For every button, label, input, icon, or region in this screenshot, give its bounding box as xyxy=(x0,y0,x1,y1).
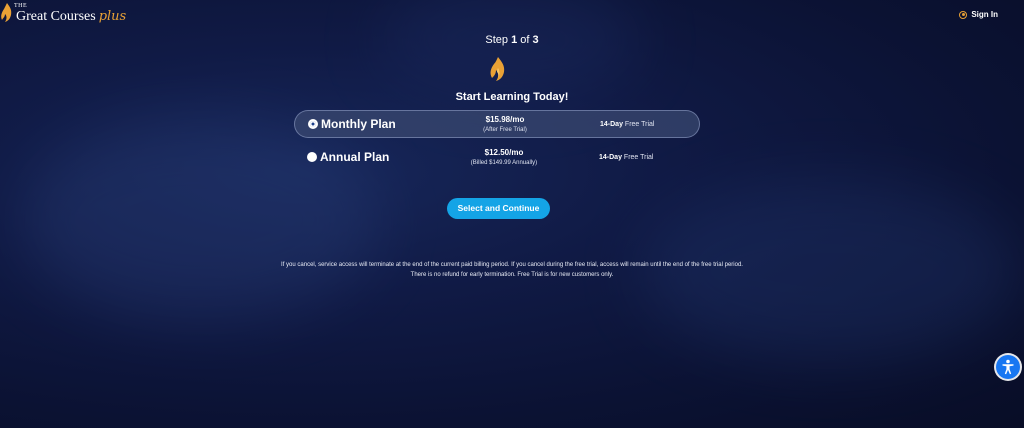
plan-option-annual[interactable]: Annual Plan $12.50/mo (Billed $149.99 An… xyxy=(294,144,700,172)
step-total: 3 xyxy=(532,34,539,46)
logo-wordmark: Great Courses plus xyxy=(16,9,126,25)
step-current: 1 xyxy=(511,34,518,46)
plan-name: Monthly Plan xyxy=(321,117,396,131)
select-and-continue-button[interactable]: Select and Continue xyxy=(447,198,550,219)
plan-price: $15.98/mo xyxy=(485,115,525,124)
plan-trial-days: 14-Day xyxy=(600,121,623,128)
plan-price: $12.50/mo xyxy=(484,148,524,157)
sign-in-label: Sign In xyxy=(971,10,998,19)
plan-trial: 14-Day Free Trial xyxy=(599,154,653,161)
radio-selected-icon[interactable] xyxy=(308,119,318,129)
step-prefix: Step xyxy=(485,34,508,46)
accessibility-icon xyxy=(1002,359,1014,375)
plan-option-monthly[interactable]: Monthly Plan $15.98/mo (After Free Trial… xyxy=(294,110,700,138)
step-of: of xyxy=(520,34,530,46)
accessibility-button[interactable] xyxy=(996,355,1020,379)
step-indicator: Step 1 of 3 xyxy=(0,34,1024,46)
plan-price-note: (After Free Trial) xyxy=(483,127,527,133)
legal-disclaimer: If you cancel, service access will termi… xyxy=(0,260,1024,280)
legal-line-2: There is no refund for early termination… xyxy=(410,272,614,278)
plan-trial-days: 14-Day xyxy=(599,154,622,161)
plan-price-note: (Billed $149.99 Annually) xyxy=(470,160,538,166)
logo-plus: plus xyxy=(98,9,127,24)
flame-icon xyxy=(490,57,505,81)
flame-logo-icon xyxy=(1,3,12,22)
radio-unselected-icon[interactable] xyxy=(307,152,317,162)
plan-name: Annual Plan xyxy=(320,150,390,164)
logo-name: Great Courses xyxy=(16,9,96,24)
plan-trial-text: Free Trial xyxy=(624,121,655,128)
background-texture xyxy=(380,0,640,100)
legal-line-1: If you cancel, service access will termi… xyxy=(281,262,743,268)
plan-trial-text: Free Trial xyxy=(623,154,654,161)
plan-trial: 14-Day Free Trial xyxy=(600,121,654,128)
sign-in-link[interactable]: Sign In xyxy=(959,10,998,19)
user-circle-icon xyxy=(959,10,968,19)
page-headline: Start Learning Today! xyxy=(455,91,569,103)
